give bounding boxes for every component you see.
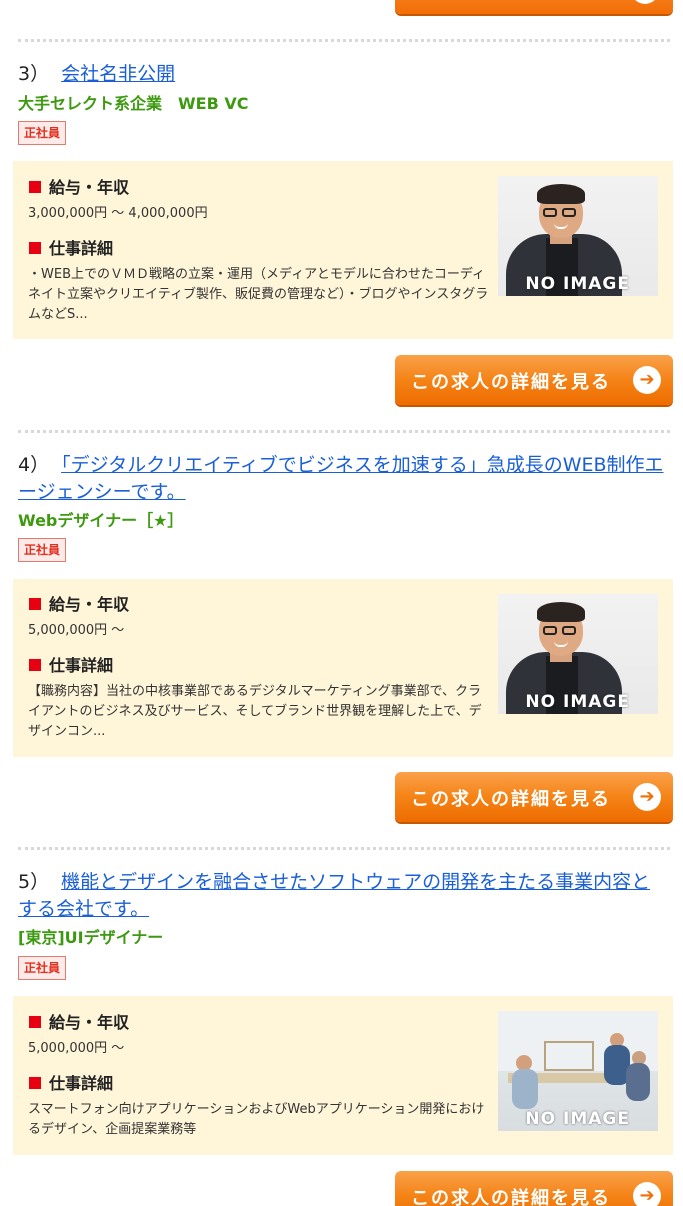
job-title-link[interactable]: 「デジタルクリエイティブでビジネスを加速する」急成長のWEB制作エージェンシーで… <box>18 454 664 503</box>
employment-badge: 正社員 <box>18 956 67 980</box>
button-label: この求人の詳細を見る <box>411 1188 611 1206</box>
view-job-detail-button[interactable]: この求人の詳細を見る ➔ <box>395 355 673 405</box>
no-image-overlay: NO IMAGE <box>525 692 630 712</box>
previous-detail-button[interactable] <box>395 0 673 14</box>
job-info-box: 給与・年収 5,000,000円 〜 仕事詳細 スマートフォン向けアプリケーショ… <box>13 996 673 1155</box>
salary-value: 5,000,000円 〜 <box>28 623 125 638</box>
job-subtitle: 大手セレクト系企業 WEB VC <box>18 94 249 113</box>
arrow-right-circle-icon: ➔ <box>633 366 661 394</box>
job-title-row: 3） 会社名非公開 <box>18 61 668 88</box>
salary-label: 給与・年収 <box>29 1013 129 1033</box>
view-job-detail-button[interactable]: この求人の詳細を見る ➔ <box>395 1171 673 1206</box>
job-thumbnail[interactable]: NO IMAGE <box>498 1011 658 1131</box>
job-thumbnail[interactable]: NO IMAGE <box>498 176 658 296</box>
button-label: この求人の詳細を見る <box>411 372 611 393</box>
arrow-right-circle-icon: ➔ <box>633 1182 661 1206</box>
employment-badge: 正社員 <box>18 538 67 562</box>
job-info-box: 給与・年収 3,000,000円 〜 4,000,000円 仕事詳細 ・WEB上… <box>13 161 673 339</box>
job-description: スマートフォン向けアプリケーションおよびWebアプリケーション開発におけるデザイ… <box>28 1102 485 1137</box>
button-label: この求人の詳細を見る <box>411 789 611 810</box>
salary-value: 5,000,000円 〜 <box>28 1041 125 1056</box>
detail-label: 仕事詳細 <box>29 656 113 676</box>
job-title-row: 4） 「デジタルクリエイティブでビジネスを加速する」急成長のWEB制作エージェンシ… <box>18 452 668 506</box>
salary-label: 給与・年収 <box>29 595 129 615</box>
detail-label: 仕事詳細 <box>29 1074 113 1094</box>
salary-value: 3,000,000円 〜 4,000,000円 <box>28 206 208 221</box>
job-title-link[interactable]: 会社名非公開 <box>61 63 175 85</box>
job-number: 4） <box>18 454 50 476</box>
divider <box>18 847 670 850</box>
salary-label: 給与・年収 <box>29 178 129 198</box>
red-square-icon <box>29 242 41 254</box>
job-subtitle: Webデザイナー［★］ <box>18 511 184 530</box>
job-info-box: 給与・年収 5,000,000円 〜 仕事詳細 【職務内容】当社の中核事業部であ… <box>13 579 673 757</box>
arrow-right-circle-icon <box>631 0 659 4</box>
view-job-detail-button[interactable]: この求人の詳細を見る ➔ <box>395 772 673 822</box>
red-square-icon <box>29 181 41 193</box>
job-thumbnail[interactable]: NO IMAGE <box>498 594 658 714</box>
job-number: 3） <box>18 63 50 85</box>
red-square-icon <box>29 659 41 671</box>
job-subtitle: [東京]UIデザイナー <box>18 928 164 947</box>
employment-badge: 正社員 <box>18 121 67 145</box>
divider <box>18 39 670 42</box>
job-description: ・WEB上でのＶＭＤ戦略の立案・運用（メディアとモデルに合わせたコーディネイト立… <box>28 267 489 322</box>
red-square-icon <box>29 1077 41 1089</box>
no-image-overlay: NO IMAGE <box>525 274 630 294</box>
red-square-icon <box>29 1016 41 1028</box>
job-number: 5） <box>18 871 50 893</box>
no-image-overlay: NO IMAGE <box>525 1109 630 1129</box>
red-square-icon <box>29 598 41 610</box>
job-title-link[interactable]: 機能とデザインを融合させたソフトウェアの開発を主たる事業内容とする会社です。 <box>18 871 650 920</box>
divider <box>18 430 670 433</box>
detail-label: 仕事詳細 <box>29 239 113 259</box>
job-description: 【職務内容】当社の中核事業部であるデジタルマーケティング事業部で、クライアントの… <box>28 684 482 739</box>
job-title-row: 5） 機能とデザインを融合させたソフトウェアの開発を主たる事業内容とする会社です。 <box>18 869 668 923</box>
arrow-right-circle-icon: ➔ <box>633 783 661 811</box>
